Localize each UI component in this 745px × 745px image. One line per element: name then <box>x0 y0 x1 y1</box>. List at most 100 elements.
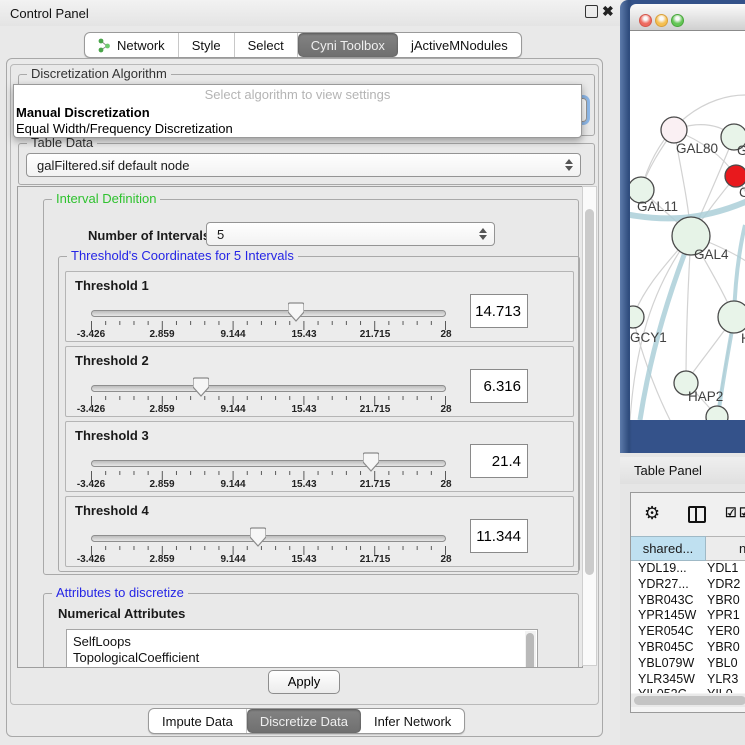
bottom-tab-bar: Impute Data Discretize Data Infer Networ… <box>148 708 465 734</box>
table-panel-title: Table Panel <box>634 463 702 478</box>
table-cell-shared-name: YBR043C <box>638 593 694 609</box>
tab-cyni-toolbox[interactable]: Cyni Toolbox <box>298 33 398 57</box>
table-row[interactable]: YBR043C YBR0 <box>631 593 745 609</box>
tab-style-label: Style <box>192 38 221 53</box>
table-cell-shared-name: YDL19... <box>638 561 687 577</box>
tab-select[interactable]: Select <box>235 33 298 57</box>
column-header-name[interactable]: n <box>706 536 745 561</box>
tab-style[interactable]: Style <box>179 33 235 57</box>
slider-track[interactable] <box>91 460 446 467</box>
threshold-value-field[interactable]: 21.4 <box>470 444 528 478</box>
zoom-traffic-light[interactable] <box>671 14 684 27</box>
table-row[interactable]: YBR045CYBR0 <box>631 640 745 656</box>
top-tab-bar: Network Style Select Cyni Toolbox jActiv… <box>84 32 522 58</box>
tab-impute-data[interactable]: Impute Data <box>149 709 247 733</box>
table-panel-box: ⚙ ☑ ☑ shared... n YDL19...YDL1YDR27...YD… <box>630 492 745 713</box>
threshold-value-field[interactable]: 14.713 <box>470 294 528 328</box>
float-window-icon[interactable] <box>585 5 598 18</box>
slider-tick-label: -3.426 <box>59 554 123 565</box>
num-intervals-combobox[interactable]: 5 <box>206 222 495 246</box>
table-row[interactable]: YPR145WYPR1 <box>631 608 745 624</box>
num-intervals-label: Number of Intervals <box>88 228 210 243</box>
table-row[interactable]: YBL079WYBL0 <box>631 656 745 672</box>
slider-tick-label: 9.144 <box>201 404 265 415</box>
threshold-value-field[interactable]: 6.316 <box>470 369 528 403</box>
slider-tick-label: 28 <box>414 329 478 340</box>
table-cell-name: YBR0 <box>707 593 740 609</box>
dropdown-item-equal-width[interactable]: Equal Width/Frequency Discretization <box>14 120 581 137</box>
network-canvas[interactable]: GAL80GALCGAL11GAL4GCY1HHAP2 <box>630 31 745 420</box>
slider-tick-label: -3.426 <box>59 479 123 490</box>
network-node[interactable] <box>718 301 745 333</box>
network-edge <box>686 235 691 382</box>
threshold-panel: Threshold 3-3.4262.8599.14415.4321.71528… <box>65 421 574 492</box>
numerical-attributes-list[interactable]: SelfLoopsTopologicalCoefficientBetweenne… <box>66 629 538 668</box>
column-header-shared[interactable]: shared... <box>631 536 706 561</box>
attributes-list-scrollbar[interactable] <box>525 631 536 668</box>
main-scrollbar-thumb[interactable] <box>585 209 594 575</box>
slider-track[interactable] <box>91 385 446 392</box>
table-cell-shared-name: YBL079W <box>638 656 694 672</box>
table-cell-name: YPR1 <box>707 608 740 624</box>
slider-track[interactable] <box>91 310 446 317</box>
slider-track[interactable] <box>91 535 446 542</box>
table-row[interactable]: YDL19...YDL1 <box>631 561 745 577</box>
table-cell-shared-name: YIL052C <box>638 687 687 693</box>
threshold-label: Threshold 2 <box>75 353 149 368</box>
table-cell-name: YLR3 <box>707 672 738 688</box>
table-row[interactable]: YDR27...YDR2 <box>631 577 745 593</box>
minimize-traffic-light[interactable] <box>655 14 668 27</box>
table-data-combobox[interactable]: galFiltered.sif default node <box>26 153 581 177</box>
network-window-titlebar <box>630 4 745 31</box>
tab-jactivemnodules[interactable]: jActiveMNodules <box>398 33 521 57</box>
network-graph: GAL80GALCGAL11GAL4GCY1HHAP2 <box>630 31 745 420</box>
tab-infer-network[interactable]: Infer Network <box>361 709 464 733</box>
close-icon[interactable]: ✖ <box>602 3 614 20</box>
threshold-value-field[interactable]: 11.344 <box>470 519 528 553</box>
network-node[interactable] <box>725 165 745 187</box>
tab-infer-network-label: Infer Network <box>374 714 451 729</box>
network-node[interactable] <box>630 306 644 328</box>
attribute-list-item[interactable]: TopologicalCoefficient <box>73 650 199 666</box>
control-panel-window: Control Panel ✖ Network Style Select <box>0 0 620 745</box>
tab-discretize-data[interactable]: Discretize Data <box>247 709 361 733</box>
table-cell-name: YDR2 <box>707 577 740 593</box>
close-traffic-light[interactable] <box>639 14 652 27</box>
control-panel-title: Control Panel <box>10 6 89 21</box>
table-cell-name: YIL0 <box>707 687 733 693</box>
table-row[interactable]: YLR345WYLR3 <box>631 672 745 688</box>
table-horizontal-scrollbar[interactable] <box>631 694 745 707</box>
slider-tick-label: 2.859 <box>130 479 194 490</box>
network-icon <box>98 38 111 53</box>
slider-tick-label: 21.715 <box>343 329 407 340</box>
table-cell-shared-name: YBR045C <box>638 640 694 656</box>
attribute-list-item[interactable]: BetweennessCentrality <box>73 666 206 668</box>
split-columns-icon[interactable] <box>688 506 706 523</box>
tab-select-label: Select <box>248 38 284 53</box>
table-row[interactable]: YER054CYER0 <box>631 624 745 640</box>
checkbox-icon[interactable]: ☑ <box>739 505 745 521</box>
dropdown-item-manual-discretization[interactable]: Manual Discretization <box>14 104 581 121</box>
table-toolbar: ⚙ ☑ ☑ <box>631 493 745 536</box>
slider-ticks <box>91 469 446 479</box>
slider-tick-label: 9.144 <box>201 554 265 565</box>
network-node[interactable] <box>661 117 687 143</box>
algorithm-group-label: Discretization Algorithm <box>27 66 171 81</box>
slider-tick-label: 21.715 <box>343 479 407 490</box>
combo-arrows-icon <box>565 159 573 171</box>
table-hscrollbar-thumb[interactable] <box>634 696 745 705</box>
gear-icon[interactable]: ⚙ <box>644 504 660 522</box>
table-row[interactable]: YIL052C YIL0 <box>631 687 745 693</box>
dropdown-placeholder-item[interactable]: Select algorithm to view settings <box>14 86 581 103</box>
apply-button[interactable]: Apply <box>268 670 340 694</box>
tab-network[interactable]: Network <box>85 33 179 57</box>
interval-definition-label: Interval Definition <box>52 191 160 206</box>
network-node-label: GAL4 <box>694 247 729 262</box>
tab-impute-data-label: Impute Data <box>162 714 233 729</box>
checkbox-icon[interactable]: ☑ <box>725 505 737 521</box>
table-cell-name: YER0 <box>707 624 740 640</box>
control-panel-titlebar <box>0 0 620 26</box>
interval-definition-group: Interval Definition Number of Intervals … <box>43 199 579 575</box>
main-scrollbar[interactable] <box>582 186 597 666</box>
attribute-list-item[interactable]: SelfLoops <box>73 634 131 650</box>
